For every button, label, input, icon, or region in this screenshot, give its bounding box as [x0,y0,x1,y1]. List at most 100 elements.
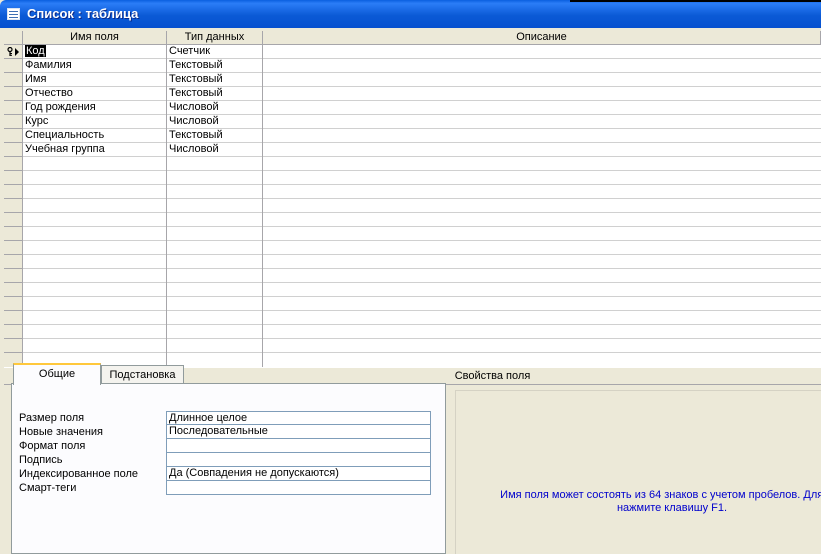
data-type-cell[interactable] [167,227,262,241]
row-selector[interactable] [4,255,23,269]
row-selector[interactable] [4,269,23,283]
row-selector[interactable] [4,45,23,59]
description-cell[interactable] [263,199,821,213]
empty-row[interactable] [4,213,821,227]
empty-row[interactable] [4,171,821,185]
data-type-cell[interactable] [167,339,262,353]
field-name-cell[interactable]: Код [23,45,166,59]
row-selector[interactable] [4,325,23,339]
property-value[interactable]: Да (Совпадения не допускаются) [167,467,431,481]
data-type-cell[interactable] [167,185,262,199]
data-type-cell[interactable] [167,171,262,185]
data-type-cell[interactable]: Числовой [167,143,262,157]
table-row[interactable]: Код Счетчик [4,45,821,59]
description-cell[interactable] [263,269,821,283]
table-row[interactable]: Имя Текстовый [4,73,821,87]
row-selector[interactable] [4,283,23,297]
row-selector[interactable] [4,311,23,325]
empty-row[interactable] [4,339,821,353]
field-name-cell[interactable] [23,213,166,227]
description-cell[interactable] [263,311,821,325]
tab-general[interactable]: Общие [13,363,101,385]
row-selector[interactable] [4,297,23,311]
data-type-cell[interactable]: Текстовый [167,129,262,143]
column-header-description[interactable]: Описание [263,31,821,45]
row-selector[interactable] [4,59,23,73]
description-cell[interactable] [263,339,821,353]
row-selector[interactable] [4,87,23,101]
field-name-cell[interactable]: Курс [23,115,166,129]
field-name-cell[interactable] [23,283,166,297]
data-type-cell[interactable] [167,283,262,297]
row-selector[interactable] [4,115,23,129]
description-cell[interactable] [263,87,821,101]
description-cell[interactable] [263,157,821,171]
row-selector[interactable] [4,171,23,185]
description-cell[interactable] [263,325,821,339]
table-row[interactable]: Учебная группа Числовой [4,143,821,157]
description-cell[interactable] [263,129,821,143]
data-type-cell[interactable]: Текстовый [167,73,262,87]
data-type-cell[interactable]: Текстовый [167,87,262,101]
field-name-cell[interactable] [23,241,166,255]
description-cell[interactable] [263,227,821,241]
row-selector[interactable] [4,241,23,255]
description-cell[interactable] [263,171,821,185]
table-row[interactable]: Специальность Текстовый [4,129,821,143]
empty-row[interactable] [4,157,821,171]
description-cell[interactable] [263,115,821,129]
row-selector[interactable] [4,143,23,157]
row-selector[interactable] [4,339,23,353]
empty-row[interactable] [4,199,821,213]
description-cell[interactable] [263,213,821,227]
row-selector[interactable] [4,129,23,143]
empty-row[interactable] [4,241,821,255]
empty-row[interactable] [4,269,821,283]
data-type-cell[interactable] [167,325,262,339]
field-name-cell[interactable] [23,325,166,339]
field-name-cell[interactable]: Имя [23,73,166,87]
empty-row[interactable] [4,325,821,339]
empty-row[interactable] [4,311,821,325]
field-name-cell[interactable] [23,199,166,213]
empty-row[interactable] [4,255,821,269]
data-type-cell[interactable]: Числовой [167,115,262,129]
row-selector[interactable] [4,199,23,213]
field-name-cell[interactable] [23,171,166,185]
row-selector[interactable] [4,73,23,87]
title-bar[interactable]: Список : таблица [0,0,821,28]
field-name-cell[interactable]: Специальность [23,129,166,143]
empty-row[interactable] [4,297,821,311]
data-type-cell[interactable] [167,269,262,283]
empty-row[interactable] [4,185,821,199]
description-cell[interactable] [263,185,821,199]
field-name-cell[interactable] [23,255,166,269]
table-row[interactable]: Курс Числовой [4,115,821,129]
tab-lookup[interactable]: Подстановка [101,365,184,385]
row-selector[interactable] [4,213,23,227]
description-cell[interactable] [263,255,821,269]
field-name-cell[interactable] [23,185,166,199]
empty-row[interactable] [4,227,821,241]
field-name-cell[interactable] [23,339,166,353]
corner-header[interactable] [4,31,23,45]
data-type-cell[interactable] [167,199,262,213]
property-value[interactable] [167,453,431,467]
field-name-cell[interactable] [23,157,166,171]
row-selector[interactable] [4,185,23,199]
description-cell[interactable] [263,73,821,87]
data-type-cell[interactable]: Текстовый [167,59,262,73]
property-value[interactable]: Длинное целое [167,411,431,425]
data-type-cell[interactable]: Числовой [167,101,262,115]
field-name-cell[interactable] [23,227,166,241]
description-cell[interactable] [263,143,821,157]
empty-row[interactable] [4,283,821,297]
data-type-cell[interactable] [167,241,262,255]
data-type-cell[interactable]: Счетчик [167,45,262,59]
property-value[interactable]: Последовательные [167,425,431,439]
field-name-cell[interactable]: Отчество [23,87,166,101]
field-name-cell[interactable] [23,269,166,283]
column-header-field-name[interactable]: Имя поля [23,31,167,45]
data-type-cell[interactable] [167,213,262,227]
description-cell[interactable] [263,283,821,297]
